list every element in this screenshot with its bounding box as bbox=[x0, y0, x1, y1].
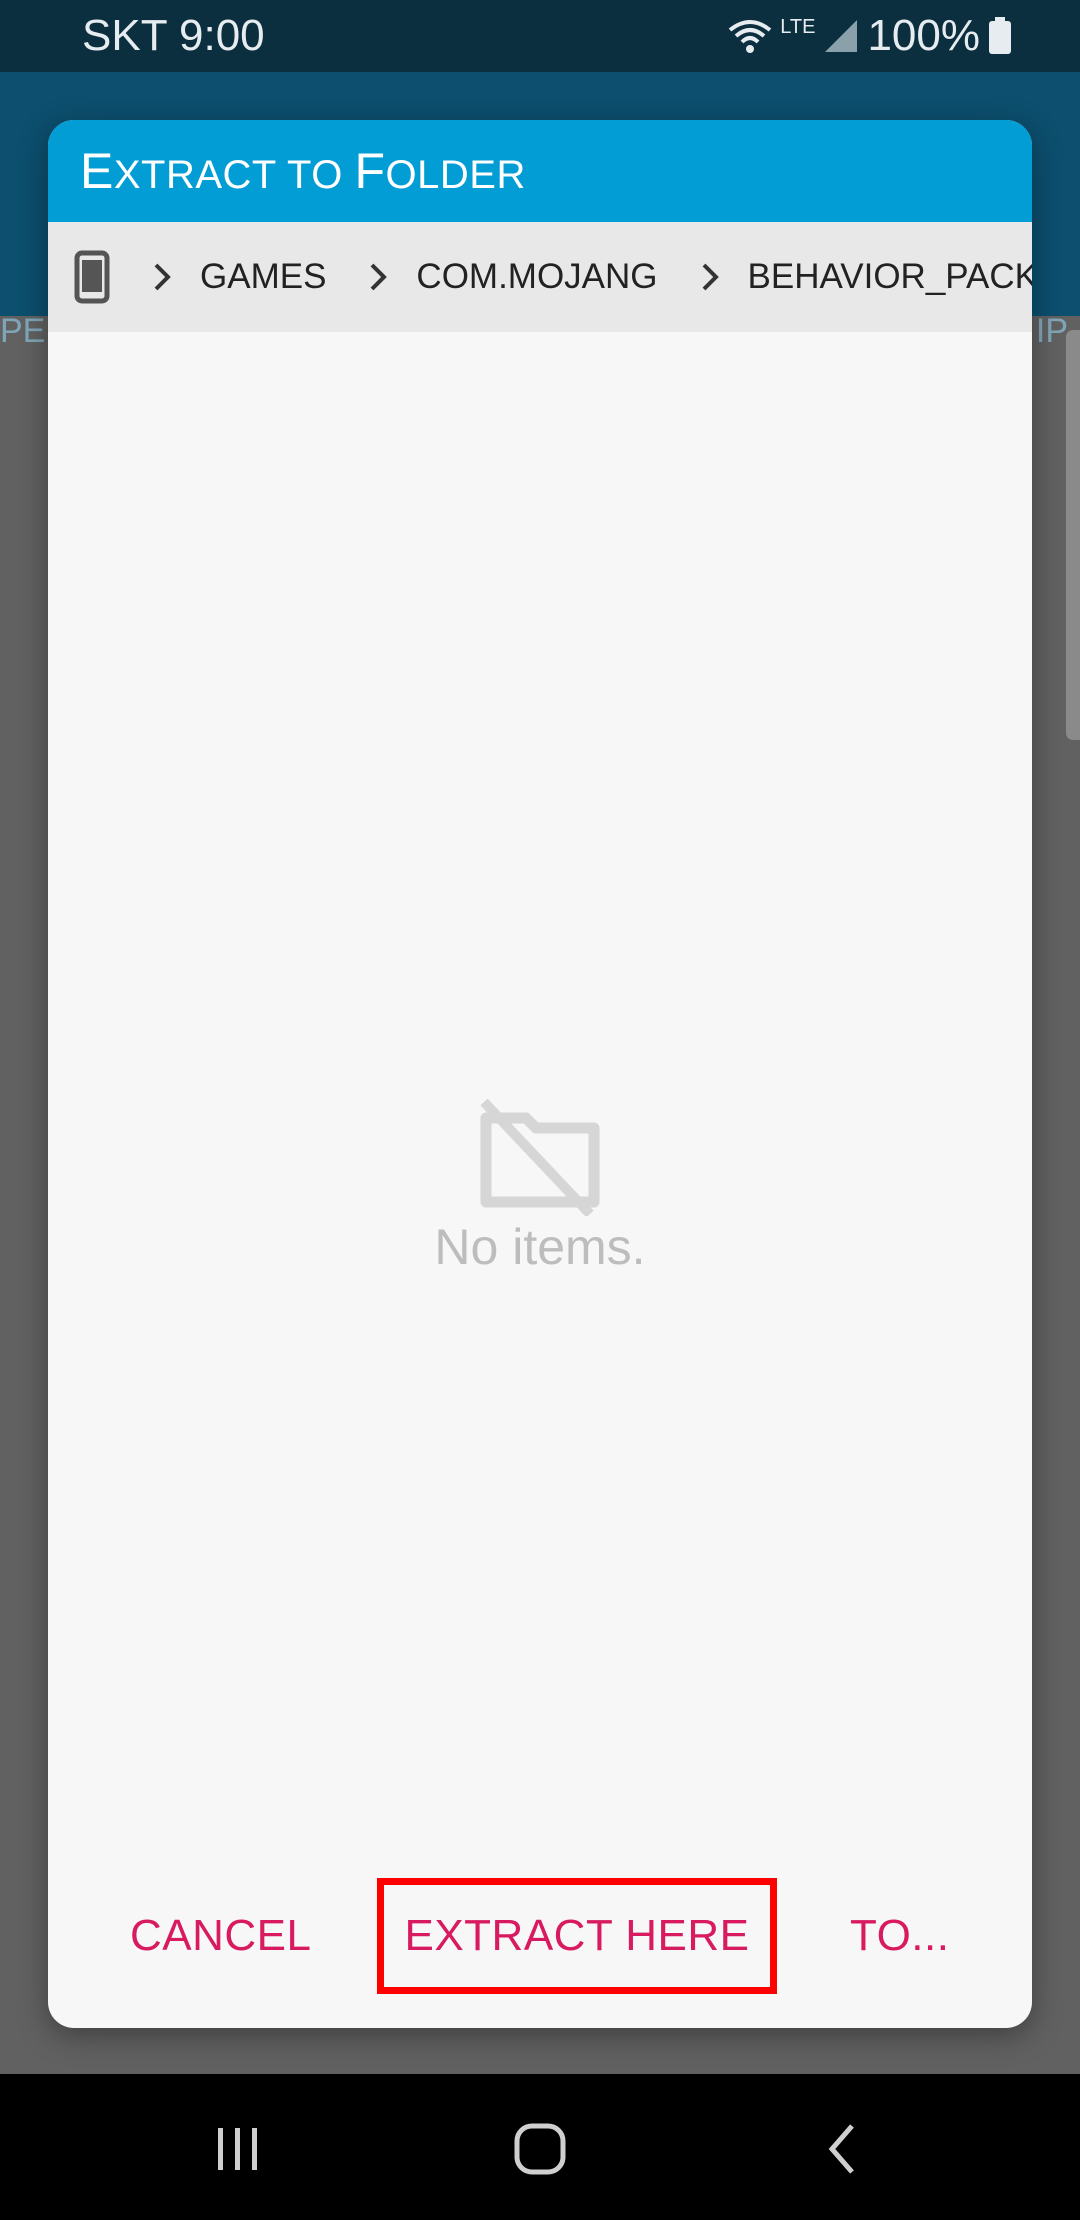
chevron-right-icon bbox=[152, 261, 172, 293]
phone-storage-icon[interactable] bbox=[74, 250, 110, 304]
no-folder-icon bbox=[48, 1098, 1032, 1216]
status-bar: SKT 9:00 LTE 100% bbox=[0, 0, 1080, 72]
dialog-actions: CANCEL EXTRACT HERE TO... bbox=[48, 1878, 1032, 1994]
fast-scroll-handle bbox=[1066, 330, 1080, 740]
folder-list: No items. bbox=[48, 332, 1032, 1782]
status-icons: LTE 100% bbox=[728, 10, 1012, 62]
signal-icon bbox=[823, 18, 859, 54]
breadcrumb-item-games[interactable]: GAMES bbox=[200, 257, 326, 297]
back-icon[interactable] bbox=[802, 2114, 882, 2184]
recents-icon[interactable] bbox=[198, 2114, 278, 2184]
empty-state: No items. bbox=[48, 1098, 1032, 1276]
extract-dialog: EXTRACT TO FOLDER GAMES COM.MOJANG BEHAV… bbox=[48, 120, 1032, 2028]
extract-to-button[interactable]: TO... bbox=[850, 1878, 949, 1994]
home-icon[interactable] bbox=[500, 2114, 580, 2184]
navigation-bar bbox=[0, 2074, 1080, 2220]
battery-icon bbox=[988, 17, 1012, 55]
background-tab-right: IP bbox=[1035, 312, 1068, 350]
dialog-title: EXTRACT TO FOLDER bbox=[80, 143, 526, 199]
battery-percent: 100% bbox=[867, 11, 980, 60]
dialog-header: EXTRACT TO FOLDER bbox=[48, 120, 1032, 222]
breadcrumb: GAMES COM.MOJANG BEHAVIOR_PACKS bbox=[48, 222, 1032, 332]
lte-label: LTE bbox=[780, 16, 816, 38]
chevron-right-icon bbox=[700, 261, 720, 293]
breadcrumb-item-behavior-packs[interactable]: BEHAVIOR_PACKS bbox=[748, 257, 1032, 297]
background-tab-left: PE bbox=[0, 312, 46, 350]
extract-here-button[interactable]: EXTRACT HERE bbox=[377, 1878, 777, 1994]
breadcrumb-item-com-mojang[interactable]: COM.MOJANG bbox=[416, 257, 657, 297]
empty-message: No items. bbox=[434, 1219, 646, 1275]
wifi-icon bbox=[728, 18, 772, 54]
status-carrier-time: SKT 9:00 bbox=[82, 11, 265, 60]
cancel-button[interactable]: CANCEL bbox=[130, 1878, 311, 1994]
chevron-right-icon bbox=[368, 261, 388, 293]
